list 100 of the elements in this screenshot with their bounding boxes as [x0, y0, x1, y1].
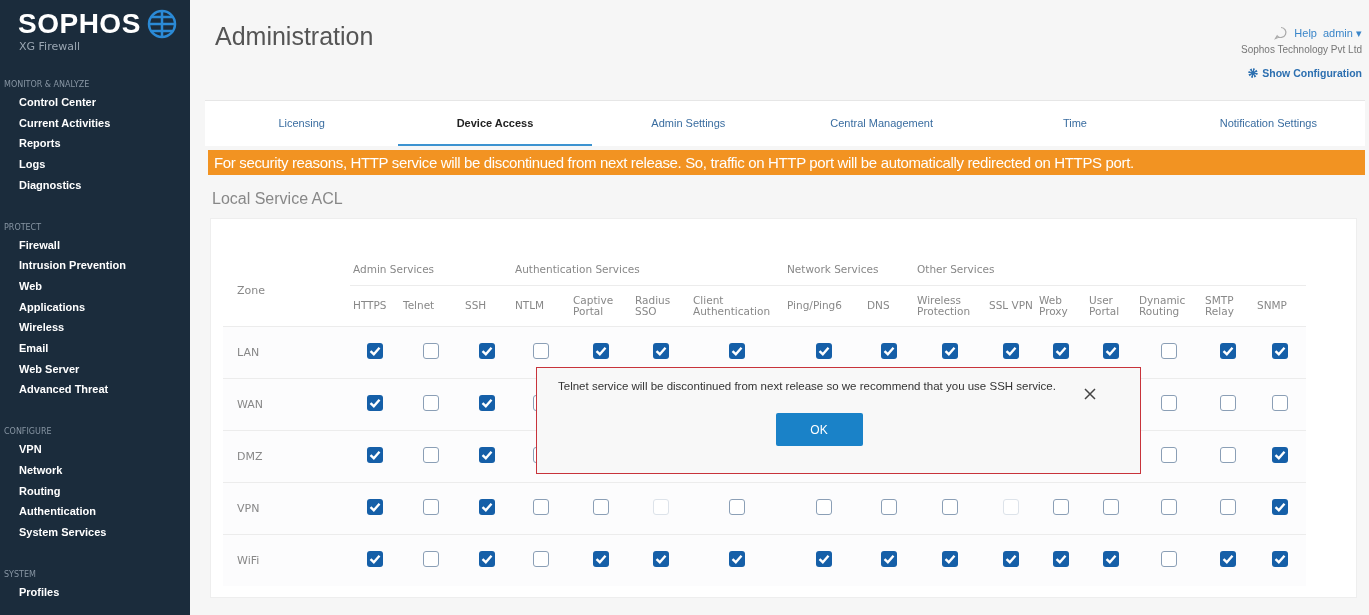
- checkbox[interactable]: [1272, 395, 1288, 411]
- checkbox[interactable]: [1103, 499, 1119, 515]
- checkbox[interactable]: [533, 551, 549, 567]
- checkbox[interactable]: [1220, 551, 1236, 567]
- nav-item[interactable]: Routing: [0, 480, 61, 502]
- nav-item[interactable]: Current Activities: [0, 112, 111, 134]
- checkbox[interactable]: [653, 551, 669, 567]
- settings-icon[interactable]: [1248, 68, 1259, 78]
- tab[interactable]: Central Management: [785, 101, 979, 146]
- product-name: XG Firewall: [18, 40, 81, 53]
- checkbox[interactable]: [479, 499, 495, 515]
- checkbox[interactable]: [1161, 395, 1177, 411]
- nav-item[interactable]: Network: [0, 459, 63, 481]
- nav-item[interactable]: Profiles: [0, 581, 60, 603]
- checkbox[interactable]: [729, 551, 745, 567]
- checkbox[interactable]: [593, 551, 609, 567]
- checkbox[interactable]: [881, 551, 897, 567]
- nav-item[interactable]: Intrusion Prevention: [0, 255, 126, 276]
- checkbox[interactable]: [1220, 343, 1236, 359]
- checkbox[interactable]: [479, 343, 495, 359]
- nav-item[interactable]: Email: [0, 338, 49, 359]
- checkbox[interactable]: [1272, 343, 1288, 359]
- checkbox[interactable]: [423, 395, 439, 411]
- user-menu[interactable]: admin ▾: [1322, 26, 1362, 40]
- nav-item[interactable]: Web: [0, 275, 43, 297]
- checkbox[interactable]: [593, 499, 609, 515]
- checkbox[interactable]: [533, 343, 549, 359]
- checkbox[interactable]: [1053, 343, 1069, 359]
- column-header: Captive Portal: [573, 294, 614, 317]
- checkbox[interactable]: [1161, 551, 1177, 567]
- dialog-message: Telnet service will be discontinued from next release so we recommend that you use SSH service.: [558, 379, 1057, 394]
- zone-name: LAN: [237, 346, 260, 359]
- checkbox[interactable]: [1161, 343, 1177, 359]
- nav-item[interactable]: Control Center: [0, 92, 96, 113]
- section-title: Local Service ACL: [212, 190, 343, 208]
- nav-item[interactable]: Reports: [0, 133, 61, 155]
- checkbox[interactable]: [479, 551, 495, 567]
- nav-item[interactable]: Applications: [0, 296, 85, 318]
- tab[interactable]: Notification Settings: [1171, 101, 1365, 146]
- nav-item[interactable]: Web Server: [0, 358, 80, 380]
- ok-button[interactable]: OK: [775, 413, 863, 446]
- checkbox[interactable]: [1272, 551, 1288, 567]
- checkbox[interactable]: [367, 499, 383, 515]
- checkbox[interactable]: [942, 343, 958, 359]
- tab[interactable]: Admin Settings: [591, 101, 785, 146]
- checkbox[interactable]: [881, 343, 897, 359]
- nav-item[interactable]: Wireless: [0, 317, 65, 339]
- checkbox[interactable]: [1220, 395, 1236, 411]
- checkbox[interactable]: [423, 343, 439, 359]
- help-link[interactable]: Help: [1294, 27, 1317, 39]
- close-icon[interactable]: [1084, 388, 1096, 400]
- group-header: Authentication Services: [515, 263, 640, 276]
- checkbox[interactable]: [367, 551, 383, 567]
- checkbox[interactable]: [1053, 551, 1069, 567]
- checkbox[interactable]: [367, 343, 383, 359]
- nav-item[interactable]: Diagnostics: [0, 174, 82, 196]
- checkbox[interactable]: [533, 499, 549, 515]
- nav-item[interactable]: Firewall: [0, 234, 60, 256]
- checkbox[interactable]: [367, 395, 383, 411]
- checkbox[interactable]: [423, 447, 439, 463]
- nav-item[interactable]: System Services: [0, 521, 107, 543]
- column-header: Telnet: [403, 299, 435, 312]
- checkbox[interactable]: [816, 551, 832, 567]
- checkbox[interactable]: [653, 343, 669, 359]
- checkbox[interactable]: [1161, 447, 1177, 463]
- nav-item[interactable]: VPN: [0, 439, 42, 460]
- checkbox[interactable]: [1161, 499, 1177, 515]
- checkbox[interactable]: [1103, 551, 1119, 567]
- checkbox[interactable]: [593, 343, 609, 359]
- checkbox[interactable]: [1103, 343, 1119, 359]
- tab[interactable]: Time: [978, 101, 1172, 146]
- show-configuration-link[interactable]: Show Configuration: [1262, 67, 1362, 79]
- checkbox[interactable]: [942, 499, 958, 515]
- nav-item[interactable]: Logs: [0, 154, 46, 175]
- tab[interactable]: Device Access: [398, 101, 592, 146]
- checkbox[interactable]: [1272, 447, 1288, 463]
- section-heading: PROTECT: [3, 222, 42, 232]
- checkbox[interactable]: [816, 499, 832, 515]
- column-header: DNS: [867, 299, 890, 312]
- checkbox[interactable]: [816, 343, 832, 359]
- checkbox[interactable]: [1003, 343, 1019, 359]
- tab[interactable]: Licensing: [205, 101, 399, 146]
- checkbox[interactable]: [423, 551, 439, 567]
- checkbox[interactable]: [881, 499, 897, 515]
- checkbox[interactable]: [1053, 499, 1069, 515]
- checkbox[interactable]: [1003, 551, 1019, 567]
- checkbox[interactable]: [729, 343, 745, 359]
- checkbox[interactable]: [479, 395, 495, 411]
- column-header: HTTPS: [353, 299, 387, 312]
- checkbox[interactable]: [1220, 447, 1236, 463]
- checkbox[interactable]: [942, 551, 958, 567]
- nav-item[interactable]: Advanced Threat: [0, 379, 109, 401]
- checkbox[interactable]: [729, 499, 745, 515]
- checkbox[interactable]: [1272, 499, 1288, 515]
- nav-item[interactable]: Authentication: [0, 501, 96, 522]
- checkbox[interactable]: [367, 447, 383, 463]
- column-header: Client Authentication: [693, 294, 771, 317]
- checkbox[interactable]: [423, 499, 439, 515]
- checkbox[interactable]: [479, 447, 495, 463]
- checkbox[interactable]: [1220, 499, 1236, 515]
